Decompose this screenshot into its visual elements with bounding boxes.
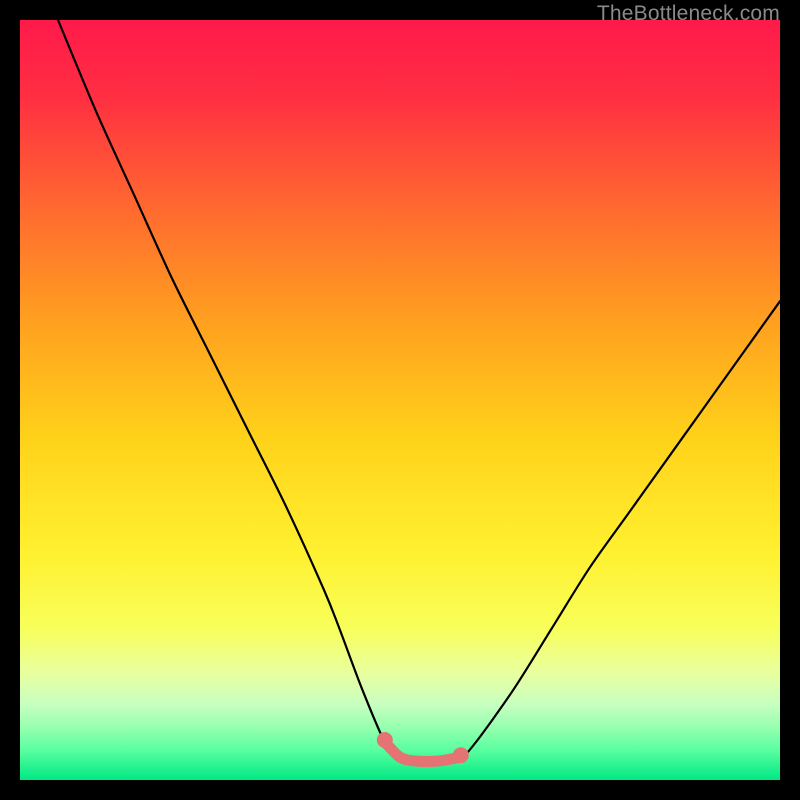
optimal-flat-endpoint-right xyxy=(453,747,469,763)
gradient-background xyxy=(20,20,780,780)
outer-frame: TheBottleneck.com xyxy=(0,0,800,800)
optimal-flat-endpoint-left xyxy=(377,732,393,748)
chart-plot-area xyxy=(20,20,780,780)
chart-svg xyxy=(20,20,780,780)
